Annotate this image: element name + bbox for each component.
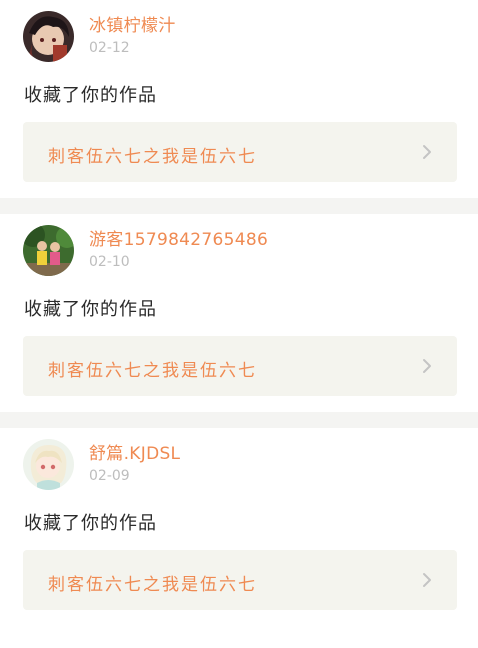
notification-action-text: 收藏了你的作品 bbox=[24, 299, 157, 320]
collection-notification-feed: 冰镇柠檬汁 02-12 收藏了你的作品 刺客伍六七之我是伍六七 游客157984… bbox=[0, 0, 478, 626]
notification-date: 02-10 bbox=[89, 254, 130, 270]
notification-item: 冰镇柠檬汁 02-12 收藏了你的作品 刺客伍六七之我是伍六七 bbox=[0, 0, 478, 198]
section-divider bbox=[0, 198, 478, 214]
username[interactable]: 游客1579842765486 bbox=[89, 225, 268, 250]
work-title: 刺客伍六七之我是伍六七 bbox=[48, 575, 257, 595]
username[interactable]: 冰镇柠檬汁 bbox=[89, 11, 176, 36]
chevron-right-icon bbox=[423, 359, 431, 373]
chevron-right-icon bbox=[423, 145, 431, 159]
work-link-card[interactable]: 刺客伍六七之我是伍六七 bbox=[23, 122, 457, 182]
username[interactable]: 舒篇.KJDSL bbox=[89, 439, 180, 464]
user-avatar[interactable] bbox=[23, 439, 74, 490]
work-link-card[interactable]: 刺客伍六七之我是伍六七 bbox=[23, 550, 457, 610]
chevron-right-icon bbox=[423, 573, 431, 587]
work-link-card[interactable]: 刺客伍六七之我是伍六七 bbox=[23, 336, 457, 396]
user-avatar[interactable] bbox=[23, 11, 74, 62]
notification-item: 游客1579842765486 02-10 收藏了你的作品 刺客伍六七之我是伍六… bbox=[0, 214, 478, 412]
section-divider bbox=[0, 412, 478, 428]
user-avatar[interactable] bbox=[23, 225, 74, 276]
notification-action-text: 收藏了你的作品 bbox=[24, 513, 157, 534]
photo-children-avatar-icon bbox=[23, 225, 74, 276]
anime-girl-avatar-icon bbox=[23, 439, 74, 490]
notification-item: 舒篇.KJDSL 02-09 收藏了你的作品 刺客伍六七之我是伍六七 bbox=[0, 428, 478, 626]
notification-date: 02-12 bbox=[89, 40, 130, 56]
notification-date: 02-09 bbox=[89, 468, 130, 484]
work-title: 刺客伍六七之我是伍六七 bbox=[48, 147, 257, 167]
work-title: 刺客伍六七之我是伍六七 bbox=[48, 361, 257, 381]
notification-action-text: 收藏了你的作品 bbox=[24, 85, 157, 106]
anime-character-avatar-icon bbox=[23, 11, 74, 62]
